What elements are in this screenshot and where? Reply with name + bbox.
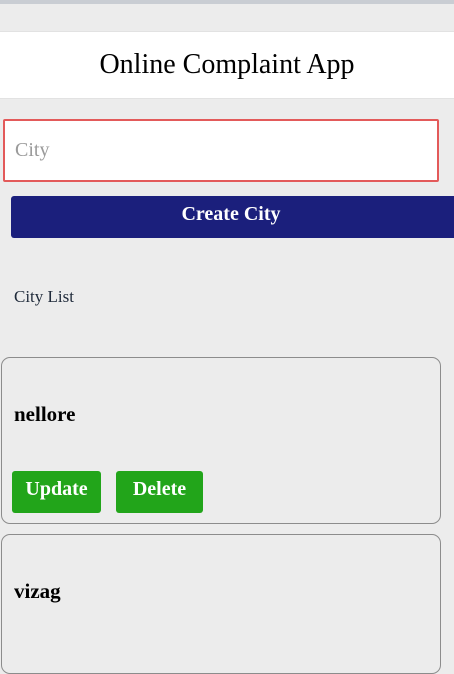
app-header: Online Complaint App xyxy=(0,31,454,99)
create-city-button[interactable]: Create City xyxy=(11,196,454,238)
app-title: Online Complaint App xyxy=(99,49,355,80)
city-input[interactable] xyxy=(3,119,439,182)
city-card: nellore Update Delete xyxy=(1,357,441,524)
city-name: vizag xyxy=(14,579,61,603)
browser-top-strip xyxy=(0,0,454,4)
city-name: nellore xyxy=(14,402,76,426)
city-card: vizag xyxy=(1,534,441,674)
delete-button[interactable]: Delete xyxy=(116,471,203,513)
update-button[interactable]: Update xyxy=(12,471,101,513)
city-list-title: City List xyxy=(14,287,74,306)
